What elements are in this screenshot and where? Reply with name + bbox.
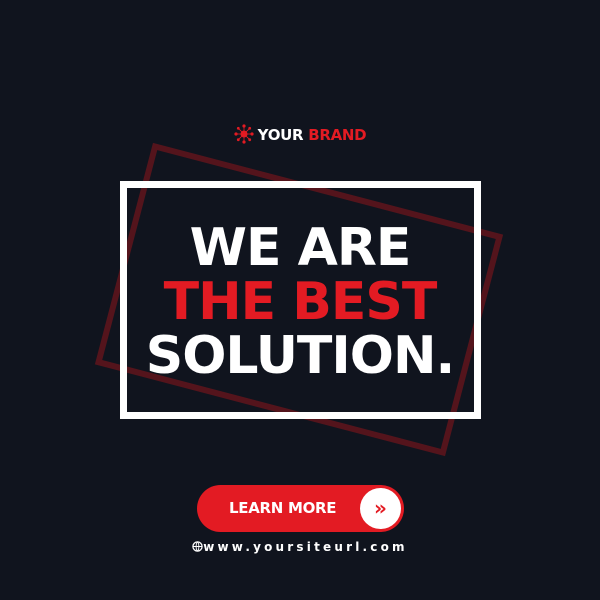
brand-logo: YOUR BRAND (0, 124, 600, 144)
headline-line-2: THE BEST (163, 272, 438, 332)
headline-line-1: WE ARE (189, 218, 412, 278)
learn-more-button[interactable]: LEARN MORE » (197, 485, 404, 532)
brand-word-1: YOUR (257, 126, 304, 144)
network-burst-icon (234, 124, 254, 144)
globe-icon (192, 541, 203, 552)
learn-more-label: LEARN MORE (229, 499, 337, 517)
website-url-text: www.yoursiteurl.com (203, 540, 408, 554)
double-chevron-right-icon: » (360, 488, 401, 529)
brand-word-2: BRAND (308, 126, 367, 144)
headline-line-3: SOLUTION. (145, 326, 455, 386)
website-url[interactable]: www.yoursiteurl.com (0, 540, 600, 554)
